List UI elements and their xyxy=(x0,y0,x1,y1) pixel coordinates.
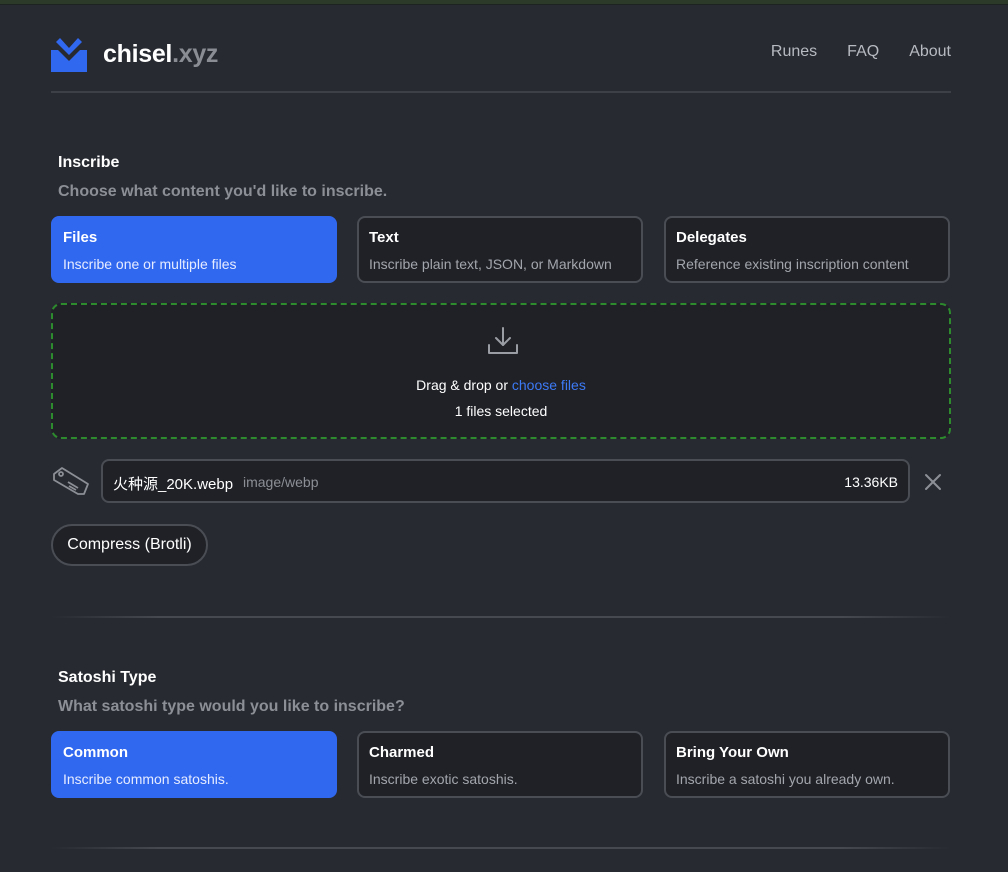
option-description: Inscribe one or multiple files xyxy=(63,256,237,272)
brand-name[interactable]: chisel.xyz xyxy=(103,40,218,69)
file-dropzone[interactable]: Drag & drop or choose files 1 files sele… xyxy=(51,303,951,439)
compress-brotli-button[interactable]: Compress (Brotli) xyxy=(51,524,208,566)
main-nav: Runes FAQ About xyxy=(771,43,951,61)
option-files[interactable]: Files Inscribe one or multiple files xyxy=(51,216,337,283)
dropzone-text: Drag & drop or xyxy=(416,377,512,393)
option-title: Common xyxy=(63,744,128,761)
option-charmed[interactable]: Charmed Inscribe exotic satoshis. xyxy=(357,731,643,798)
close-icon[interactable] xyxy=(922,471,944,493)
option-title: Bring Your Own xyxy=(676,744,789,761)
option-text[interactable]: Text Inscribe plain text, JSON, or Markd… xyxy=(357,216,643,283)
satoshi-title: Satoshi Type xyxy=(58,669,157,686)
option-delegates[interactable]: Delegates Reference existing inscription… xyxy=(664,216,950,283)
satoshi-subtitle: What satoshi type would you like to insc… xyxy=(58,698,405,715)
option-description: Reference existing inscription content xyxy=(676,256,909,272)
dropzone-instructions: Drag & drop or choose files xyxy=(53,377,949,393)
section-divider xyxy=(51,847,951,849)
option-common[interactable]: Common Inscribe common satoshis. xyxy=(51,731,337,798)
section-divider xyxy=(51,616,951,618)
option-title: Text xyxy=(369,229,399,246)
nav-faq[interactable]: FAQ xyxy=(847,43,879,61)
option-description: Inscribe common satoshis. xyxy=(63,771,229,787)
header-divider xyxy=(51,91,951,93)
selected-file-row: 火种源_20K.webp image/webp 13.36KB xyxy=(101,459,910,503)
option-bring-your-own[interactable]: Bring Your Own Inscribe a satoshi you al… xyxy=(664,731,950,798)
inscribe-title: Inscribe xyxy=(58,154,120,171)
file-size: 13.36KB xyxy=(844,474,898,490)
option-title: Charmed xyxy=(369,744,435,761)
choose-files-link[interactable]: choose files xyxy=(512,377,586,393)
option-description: Inscribe plain text, JSON, or Markdown xyxy=(369,256,612,272)
site-header: chisel.xyz Runes FAQ About xyxy=(51,34,951,72)
file-name: 火种源_20K.webp xyxy=(113,476,234,493)
file-type: image/webp xyxy=(243,474,319,490)
option-description: Inscribe exotic satoshis. xyxy=(369,771,518,787)
nav-about[interactable]: About xyxy=(909,43,951,61)
option-title: Files xyxy=(63,229,98,246)
chisel-logo-icon[interactable] xyxy=(51,36,87,72)
nav-runes[interactable]: Runes xyxy=(771,43,817,61)
tag-icon xyxy=(53,467,89,495)
top-strip xyxy=(0,0,1008,5)
option-title: Delegates xyxy=(676,229,747,246)
inscribe-subtitle: Choose what content you'd like to inscri… xyxy=(58,183,388,200)
brand-main: chisel xyxy=(103,40,173,68)
files-selected-status: 1 files selected xyxy=(454,403,548,419)
download-icon xyxy=(488,327,518,354)
brand-suffix: .xyz xyxy=(172,40,219,68)
option-description: Inscribe a satoshi you already own. xyxy=(676,771,895,787)
